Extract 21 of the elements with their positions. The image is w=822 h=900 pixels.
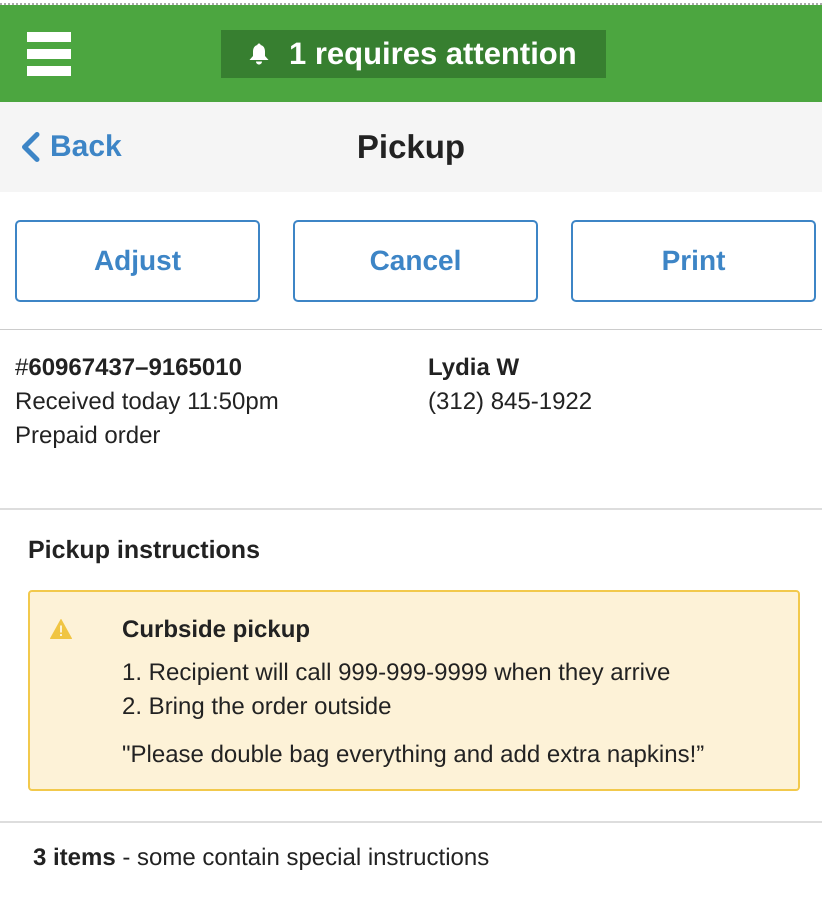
payment-status: Prepaid order bbox=[15, 421, 160, 451]
alert-title: Curbside pickup bbox=[122, 615, 312, 645]
section-heading: Pickup instructions bbox=[28, 535, 261, 565]
instruction-step: 1. Recipient will call 999-999-9999 when they arrive bbox=[122, 656, 704, 690]
chevron-left-icon bbox=[20, 132, 40, 162]
action-button[interactable]: Cancel bbox=[293, 220, 538, 302]
action-button[interactable]: Print bbox=[571, 220, 816, 302]
menu-icon[interactable] bbox=[27, 32, 71, 76]
instruction-step: 2. Bring the order outside bbox=[122, 690, 704, 724]
items-summary: 3 items - some contain special instructions bbox=[33, 844, 490, 871]
customer-phone: (312) 845-1922 bbox=[428, 387, 592, 417]
customer-name: Lydia W bbox=[428, 353, 520, 383]
order-number: #60967437–9165010 bbox=[15, 353, 242, 383]
page-title: Pickup bbox=[356, 128, 466, 166]
received-time: Received today 11:50pm bbox=[15, 387, 279, 417]
customer-note: "Please double bag everything and add extra napkins!” bbox=[122, 740, 704, 770]
bell-icon bbox=[249, 42, 269, 64]
warning-icon bbox=[50, 619, 72, 639]
action-button[interactable]: Adjust bbox=[15, 220, 260, 302]
attention-banner[interactable]: 1 requires attention bbox=[221, 30, 606, 78]
back-link[interactable]: Back bbox=[20, 130, 122, 164]
